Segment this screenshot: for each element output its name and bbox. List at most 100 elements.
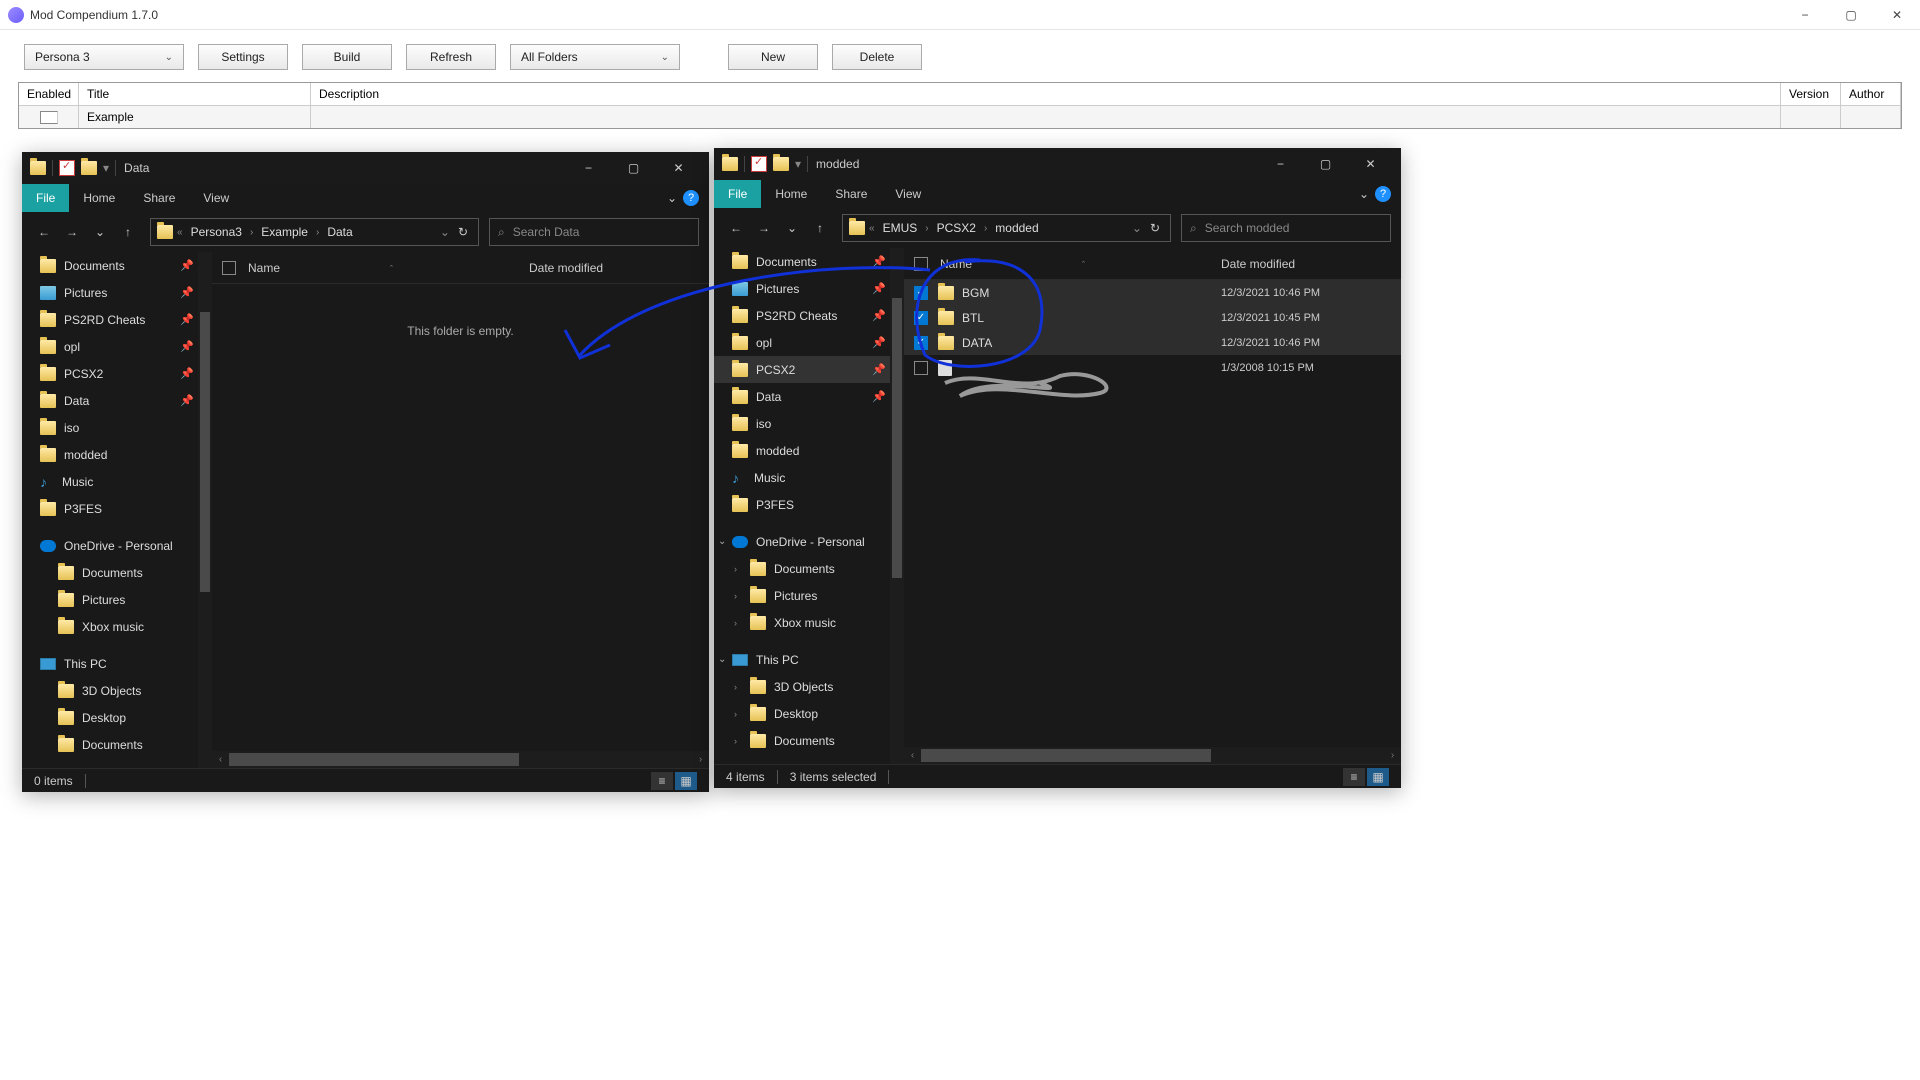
breadcrumb[interactable]: Persona3 <box>187 225 246 239</box>
settings-button[interactable]: Settings <box>198 44 288 70</box>
nav-item[interactable]: ›Xbox music <box>714 609 904 636</box>
nav-item[interactable]: Xbox music <box>22 613 212 640</box>
col-description[interactable]: Description <box>311 83 1781 105</box>
maximize-button[interactable]: ▢ <box>1303 148 1348 180</box>
up-button[interactable]: ↑ <box>808 216 832 240</box>
minimize-button[interactable]: − <box>1258 148 1303 180</box>
refresh-icon[interactable]: ↻ <box>458 225 468 239</box>
maximize-button[interactable]: ▢ <box>1828 0 1874 30</box>
scrollbar[interactable] <box>890 248 904 764</box>
refresh-icon[interactable]: ↻ <box>1150 221 1160 235</box>
tiles-view-icon[interactable]: ▦ <box>675 772 697 790</box>
tab-home[interactable]: Home <box>69 184 129 212</box>
nav-item[interactable]: Pictures📌 <box>22 279 212 306</box>
nav-item[interactable]: ⌄OneDrive - Personal <box>714 528 904 555</box>
ribbon-expand-icon[interactable]: ⌄ <box>1359 187 1369 201</box>
game-select[interactable]: Persona 3⌄ <box>24 44 184 70</box>
nav-item[interactable]: Documents <box>22 731 212 758</box>
nav-item[interactable]: ⌄This PC <box>714 646 904 673</box>
nav-item[interactable]: Data📌 <box>22 387 212 414</box>
tab-share[interactable]: Share <box>129 184 189 212</box>
file-checkbox[interactable] <box>914 361 928 375</box>
row-enabled-checkbox[interactable] <box>40 111 58 124</box>
forward-button[interactable]: → <box>60 220 84 244</box>
nav-item[interactable]: 3D Objects <box>22 677 212 704</box>
select-all-checkbox[interactable] <box>222 261 236 275</box>
grid-row[interactable]: Example <box>19 106 1901 128</box>
build-button[interactable]: Build <box>302 44 392 70</box>
nav-item[interactable]: Pictures <box>22 586 212 613</box>
new-button[interactable]: New <box>728 44 818 70</box>
nav-item[interactable]: Data📌 <box>714 383 904 410</box>
h-scrollbar[interactable]: ‹› <box>904 747 1401 764</box>
recent-button[interactable]: ⌄ <box>780 216 804 240</box>
properties-icon[interactable] <box>751 156 767 172</box>
col-name[interactable]: Nameˆ <box>248 261 529 275</box>
nav-item[interactable]: Pictures📌 <box>714 275 904 302</box>
minimize-button[interactable]: − <box>566 152 611 184</box>
nav-item[interactable]: ›Desktop <box>714 700 904 727</box>
file-checkbox[interactable]: ✓ <box>914 286 928 300</box>
scrollbar[interactable] <box>198 252 212 768</box>
nav-item[interactable]: OneDrive - Personal <box>22 532 212 559</box>
address-bar[interactable]: « EMUS› PCSX2› modded ⌄ ↻ <box>842 214 1171 242</box>
ribbon-expand-icon[interactable]: ⌄ <box>667 191 677 205</box>
col-date[interactable]: Date modified <box>529 261 709 275</box>
nav-item[interactable]: ♪Music <box>714 464 904 491</box>
tab-file[interactable]: File <box>22 184 69 212</box>
nav-item[interactable]: PS2RD Cheats📌 <box>714 302 904 329</box>
search-input[interactable]: ⌕Search modded <box>1181 214 1391 242</box>
details-view-icon[interactable]: ≡ <box>1343 768 1365 786</box>
nav-item[interactable]: iso <box>714 410 904 437</box>
breadcrumb[interactable]: PCSX2 <box>933 221 980 235</box>
nav-item[interactable]: PCSX2📌 <box>714 356 904 383</box>
nav-item[interactable]: Documents📌 <box>714 248 904 275</box>
nav-item[interactable]: ›Documents <box>714 555 904 582</box>
nav-item[interactable]: Desktop <box>22 704 212 731</box>
close-button[interactable]: ✕ <box>1874 0 1920 30</box>
back-button[interactable]: ← <box>724 216 748 240</box>
nav-pane[interactable]: Documents📌Pictures📌PS2RD Cheats📌opl📌PCSX… <box>714 248 904 764</box>
nav-item[interactable]: P3FES <box>22 495 212 522</box>
nav-item[interactable]: Documents <box>22 559 212 586</box>
delete-button[interactable]: Delete <box>832 44 922 70</box>
nav-item[interactable]: P3FES <box>714 491 904 518</box>
close-button[interactable]: ✕ <box>1348 148 1393 180</box>
help-icon[interactable]: ? <box>683 190 699 206</box>
tab-home[interactable]: Home <box>761 180 821 208</box>
help-icon[interactable]: ? <box>1375 186 1391 202</box>
file-row[interactable]: ✓BGM12/3/2021 10:46 PM <box>904 280 1401 305</box>
file-list[interactable]: Nameˆ Date modified ✓BGM12/3/2021 10:46 … <box>904 248 1401 764</box>
col-author[interactable]: Author <box>1841 83 1901 105</box>
properties-icon[interactable] <box>59 160 75 176</box>
file-row[interactable]: 1/3/2008 10:15 PM <box>904 355 1401 380</box>
forward-button[interactable]: → <box>752 216 776 240</box>
select-all-checkbox[interactable] <box>914 257 928 271</box>
explorer-titlebar[interactable]: ▾ Data − ▢ ✕ <box>22 152 709 184</box>
nav-item[interactable]: modded <box>714 437 904 464</box>
nav-item[interactable]: Documents📌 <box>22 252 212 279</box>
col-title[interactable]: Title <box>79 83 311 105</box>
refresh-button[interactable]: Refresh <box>406 44 496 70</box>
breadcrumb[interactable]: Data <box>323 225 356 239</box>
file-list[interactable]: Nameˆ Date modified This folder is empty… <box>212 252 709 768</box>
nav-item[interactable]: ›Documents <box>714 727 904 754</box>
tab-view[interactable]: View <box>881 180 935 208</box>
up-button[interactable]: ↑ <box>116 220 140 244</box>
nav-pane[interactable]: Documents📌Pictures📌PS2RD Cheats📌opl📌PCSX… <box>22 252 212 768</box>
nav-item[interactable]: ›3D Objects <box>714 673 904 700</box>
file-checkbox[interactable]: ✓ <box>914 311 928 325</box>
folders-select[interactable]: All Folders⌄ <box>510 44 680 70</box>
breadcrumb[interactable]: EMUS <box>879 221 922 235</box>
close-button[interactable]: ✕ <box>656 152 701 184</box>
minimize-button[interactable]: − <box>1782 0 1828 30</box>
nav-item[interactable]: PCSX2📌 <box>22 360 212 387</box>
folder-icon[interactable] <box>81 161 97 175</box>
breadcrumb[interactable]: modded <box>991 221 1042 235</box>
file-checkbox[interactable]: ✓ <box>914 336 928 350</box>
tab-view[interactable]: View <box>189 184 243 212</box>
breadcrumb[interactable]: Example <box>257 225 312 239</box>
col-version[interactable]: Version <box>1781 83 1841 105</box>
nav-item[interactable]: ♪Music <box>22 468 212 495</box>
back-button[interactable]: ← <box>32 220 56 244</box>
